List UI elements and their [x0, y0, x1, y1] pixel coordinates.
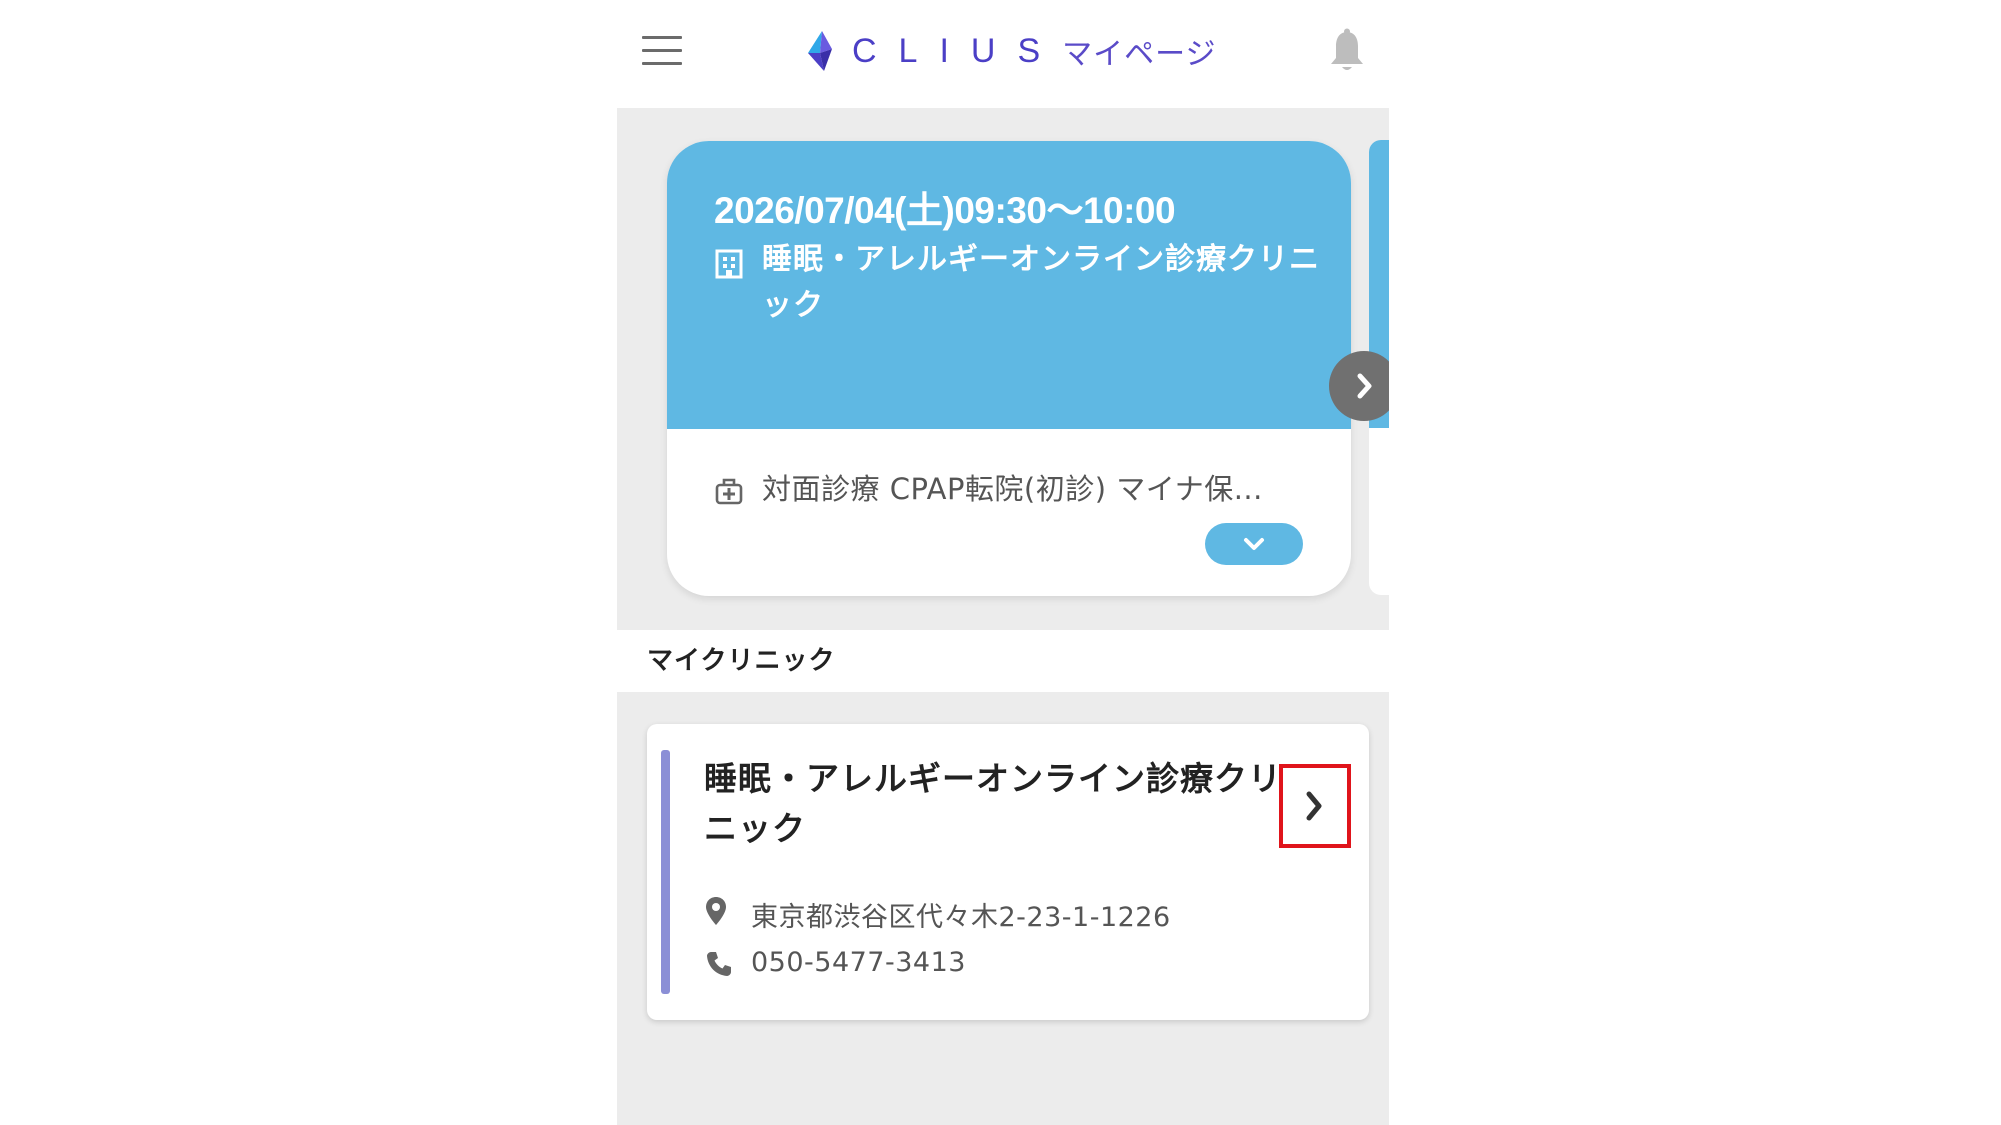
app-logo: CLIUS マイページ [802, 26, 1217, 76]
clinic-accent-bar [661, 750, 670, 994]
phone-icon [707, 952, 731, 976]
clinic-card[interactable]: 睡眠・アレルギーオンライン診療クリニック 東京都渋谷区代々木2-23-1-122… [647, 724, 1369, 1020]
appointment-datetime: 2026/07/04(土)09:30〜10:00 [714, 190, 1176, 231]
medical-bag-icon [715, 478, 743, 505]
bell-icon[interactable] [1327, 28, 1367, 74]
expand-details-button[interactable] [1205, 523, 1303, 565]
logo-mark-icon [808, 31, 832, 71]
logo-text: CLIUS [852, 31, 1063, 70]
appointment-carousel: 2026/07/04(土)09:30〜10:00 睡眠・アレルギーオンライン診療… [617, 108, 1389, 630]
appointment-card-header: 2026/07/04(土)09:30〜10:00 睡眠・アレルギーオンライン診療… [667, 141, 1351, 429]
section-title-my-clinic: マイクリニック [647, 646, 836, 676]
hamburger-menu-icon[interactable] [642, 34, 684, 68]
chevron-down-icon [1244, 538, 1264, 550]
carousel-next-button[interactable] [1329, 351, 1389, 421]
appointment-clinic-name: 睡眠・アレルギーオンライン診療クリニック [762, 242, 1320, 323]
phone-frame: CLIUS マイページ 2026/07/04(土)09:30〜10:00 睡眠・… [617, 0, 1389, 1125]
clinic-detail-button[interactable] [1279, 764, 1351, 848]
appointment-menu: 対面診療 CPAP転院(初診) マイナ保... [762, 472, 1263, 506]
app-header: CLIUS マイページ [617, 0, 1389, 108]
building-icon [715, 249, 743, 279]
logo-subtitle: マイページ [1062, 37, 1217, 72]
chevron-right-icon [1306, 791, 1322, 821]
my-clinic-section: 睡眠・アレルギーオンライン診療クリニック 東京都渋谷区代々木2-23-1-122… [617, 692, 1389, 1125]
clinic-address: 東京都渋谷区代々木2-23-1-1226 [751, 902, 1171, 933]
appointment-card[interactable]: 2026/07/04(土)09:30〜10:00 睡眠・アレルギーオンライン診療… [667, 141, 1351, 596]
clinic-name: 睡眠・アレルギーオンライン診療クリニック [704, 759, 1282, 848]
map-pin-icon [706, 897, 726, 925]
chevron-right-icon [1357, 373, 1372, 399]
clinic-phone: 050-5477-3413 [751, 947, 966, 978]
